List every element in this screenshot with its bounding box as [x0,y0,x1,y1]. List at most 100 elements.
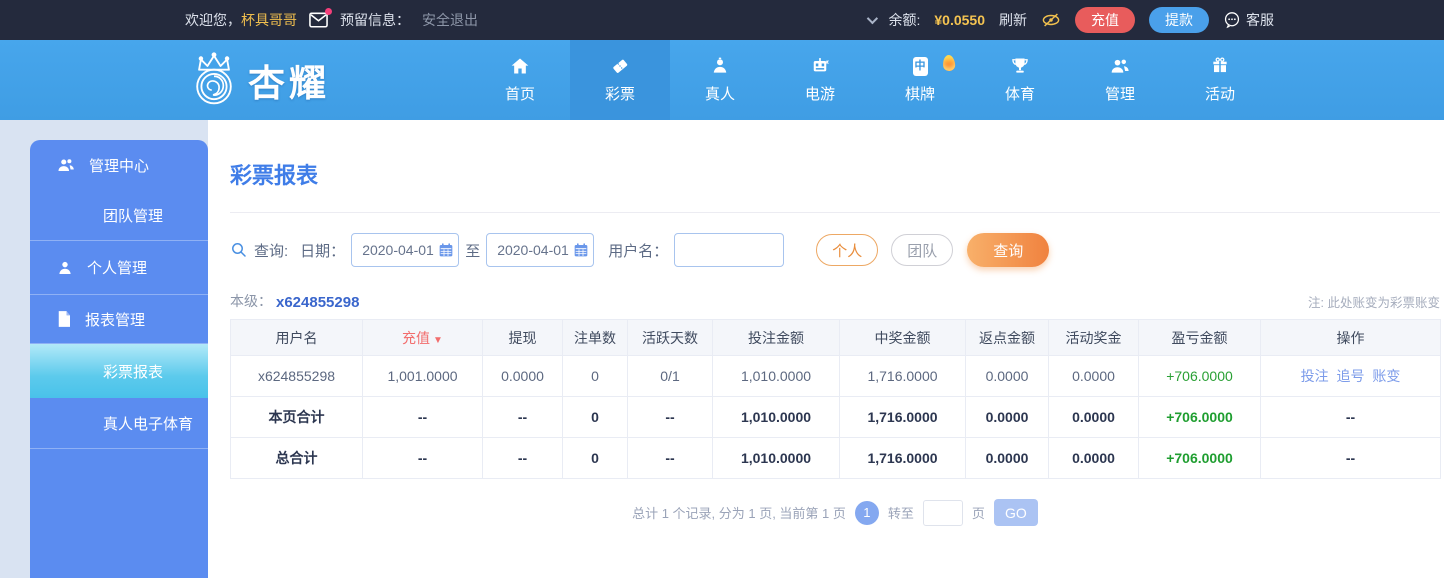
sidebar-item-personal-manage[interactable]: 个人管理 [30,241,208,294]
brand-name: 杏耀 [248,63,330,104]
date-label: 日期： [300,242,346,260]
cell-actions: 投注 追号 账变 [1260,355,1441,397]
col-win-amount: 中奖金额 [839,319,966,356]
query-submit-button[interactable]: 查询 [967,233,1050,267]
calendar-icon [573,242,589,258]
calendar-icon [438,242,454,258]
chevron-down-icon[interactable] [866,12,878,25]
nav-menu: 首页 彩票 真人 电游 中 棋牌 体育 管理 活动 [470,40,1270,120]
page-title: 彩票报表 [230,163,319,188]
page-1-button[interactable]: 1 [854,500,879,525]
col-withdraw: 提现 [482,319,563,356]
date-to-input[interactable] [497,242,574,258]
sidebar-item-live-esports[interactable]: 真人电子体育 [30,398,208,448]
go-button[interactable]: GO [993,499,1038,526]
crown-crest-icon [186,51,242,109]
divider [230,212,1440,213]
search-icon [230,241,248,259]
page-unit-label: 页 [971,506,985,521]
col-recharge-sortable[interactable]: 充值 ▼ [362,319,483,356]
mail-icon[interactable] [309,8,332,28]
date-from-input[interactable] [362,242,439,258]
nav-item-manage[interactable]: 管理 [1070,40,1170,120]
customer-service-button[interactable]: 客服 [1223,10,1274,30]
table-row: x624855298 1,001.0000 0.0000 0 0/1 1,010… [230,355,1441,397]
username-input[interactable] [674,233,785,267]
nav-item-home[interactable]: 首页 [470,40,570,120]
account-change-link[interactable]: 账变 [1372,368,1400,384]
date-from-picker[interactable] [351,233,460,267]
eye-slash-icon[interactable] [1041,12,1061,28]
to-label: 至 [465,242,481,260]
content-area: 管理中心 团队管理 个人管理 报表管理 彩票报表 真人电子体育 彩票报表 查询:… [0,120,1444,578]
sidebar-item-lottery-report[interactable]: 彩票报表 [30,344,208,398]
hot-flame-icon [942,54,956,72]
report-icon [56,310,72,328]
nav-item-egames[interactable]: 电游 [770,40,870,120]
level-label: 本级： [230,293,272,309]
table-header-row: 用户名 充值 ▼ 提现 注单数 活跃天数 投注金额 中奖金额 返点金额 活动奖金 … [230,319,1441,356]
pagination: 总计 1 个记录, 分为 1 页, 当前第 1 页 1 转至 页 GO [230,499,1440,526]
main-navbar: 杏耀 首页 彩票 真人 电游 中 棋牌 体育 管理 活动 [0,40,1444,120]
slot-machine-icon [810,56,830,76]
nav-item-live[interactable]: 真人 [670,40,770,120]
refresh-balance-link[interactable]: 刷新 [999,10,1027,30]
user-icon [56,259,74,277]
trophy-icon [1010,56,1030,76]
col-active-days: 活跃天数 [627,319,713,356]
balance-value: ¥0.0550 [934,12,985,28]
logout-link[interactable]: 安全退出 [422,10,478,30]
team-icon [56,156,76,174]
sidebar: 管理中心 团队管理 个人管理 报表管理 彩票报表 真人电子体育 [30,140,208,578]
level-account-link[interactable]: x624855298 [276,294,359,311]
cell-profit: +706.0000 [1138,355,1261,397]
chase-link[interactable]: 追号 [1337,368,1365,384]
page-total-row: 本页合计 -- -- 0 -- 1,010.0000 1,716.0000 0.… [230,396,1441,438]
username-label: 用户名： [608,242,669,260]
welcome-text: 欢迎您，杯具哥哥 [185,12,297,28]
pagination-summary: 总计 1 个记录, 分为 1 页, 当前第 1 页 [632,506,846,521]
balance-label: 余额: [888,12,921,28]
nav-item-sports[interactable]: 体育 [970,40,1070,120]
col-bet-amount: 投注金额 [712,319,840,356]
sidebar-item-report-manage[interactable]: 报表管理 [30,295,208,343]
col-profit-amount: 盈亏金额 [1138,319,1261,356]
sidebar-item-team-manage[interactable]: 团队管理 [30,190,208,240]
sort-desc-icon: ▼ [433,334,443,346]
home-icon [510,56,530,76]
reserved-info-label: 预留信息： [340,12,410,28]
brand-logo[interactable]: 杏耀 [186,51,330,109]
goto-page-input[interactable] [922,499,963,526]
grand-total-row: 总合计 -- -- 0 -- 1,010.0000 1,716.0000 0.0… [230,437,1441,479]
col-actions: 操作 [1260,319,1441,356]
nav-item-board-games[interactable]: 中 棋牌 [870,40,970,120]
topbar: 欢迎您，杯具哥哥 预留信息： 安全退出 余额: ¥0.0550 刷新 充值 提款… [0,0,1444,40]
team-icon [1109,56,1131,76]
col-rebate-amount: 返点金额 [965,319,1049,356]
goto-label: 转至 [887,506,914,521]
col-bonus-amount: 活动奖金 [1048,319,1139,356]
team-scope-button[interactable]: 团队 [891,234,954,266]
report-table: 用户名 充值 ▼ 提现 注单数 活跃天数 投注金额 中奖金额 返点金额 活动奖金 … [230,319,1441,479]
withdraw-button[interactable]: 提款 [1149,7,1209,33]
gift-icon [1210,56,1230,76]
sidebar-divider [30,448,208,449]
col-username: 用户名 [230,319,363,356]
nav-item-lottery[interactable]: 彩票 [570,40,670,120]
sidebar-item-admin-center[interactable]: 管理中心 [30,140,208,190]
personal-scope-button[interactable]: 个人 [816,234,879,266]
ticket-icon [610,56,630,76]
query-label: 查询: [254,242,289,260]
date-to-picker[interactable] [486,233,595,267]
notification-dot [325,8,332,15]
cell-username: x624855298 [230,355,363,397]
table-note: 注: 此处账变为彩票账变 [1308,296,1440,310]
col-bet-count: 注单数 [562,319,628,356]
mahjong-tile-icon: 中 [912,56,928,76]
bets-link[interactable]: 投注 [1301,368,1329,384]
main-panel: 彩票报表 查询: 日期： 至 用户名： [208,120,1444,578]
recharge-button[interactable]: 充值 [1075,7,1135,33]
nav-item-promotions[interactable]: 活动 [1170,40,1270,120]
search-filter-row: 查询: 日期： 至 用户名： 个人 团队 查询 [230,233,1444,267]
chat-bubble-icon [1223,11,1241,29]
